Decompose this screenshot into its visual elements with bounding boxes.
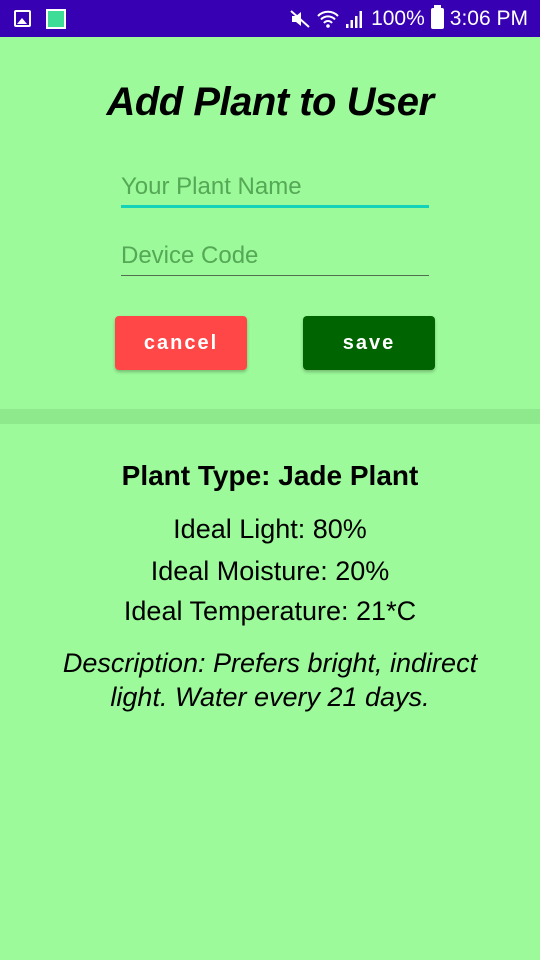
signal-icon [346, 10, 363, 28]
wifi-icon [317, 10, 339, 28]
save-button[interactable]: save [303, 316, 435, 370]
mute-icon [290, 9, 310, 28]
plant-name-input[interactable] [121, 168, 429, 208]
status-bar-right: 100% 3:06 PM [289, 0, 528, 37]
ideal-moisture-label: Ideal Moisture: 20% [150, 556, 390, 586]
cancel-button[interactable]: cancel [115, 316, 247, 370]
plant-type-label: Plant Type: Jade Plant [121, 460, 419, 491]
plant-description: Description: Prefers bright, indirect li… [62, 648, 478, 712]
page-title: Add Plant to User [106, 80, 434, 124]
ideal-light-label: Ideal Light: 80% [173, 514, 367, 544]
status-bar-left [14, 8, 66, 29]
ideal-temperature-label: Ideal Temperature: 21*C [123, 596, 417, 626]
clock: 3:06 PM [449, 6, 528, 30]
battery-percent: 100% [371, 6, 425, 30]
section-divider [0, 409, 540, 424]
app-icon [46, 8, 66, 29]
battery-icon [430, 5, 444, 29]
device-code-input[interactable] [121, 236, 429, 276]
status-bar: 100% 3:06 PM [0, 0, 540, 37]
image-icon [14, 10, 31, 27]
